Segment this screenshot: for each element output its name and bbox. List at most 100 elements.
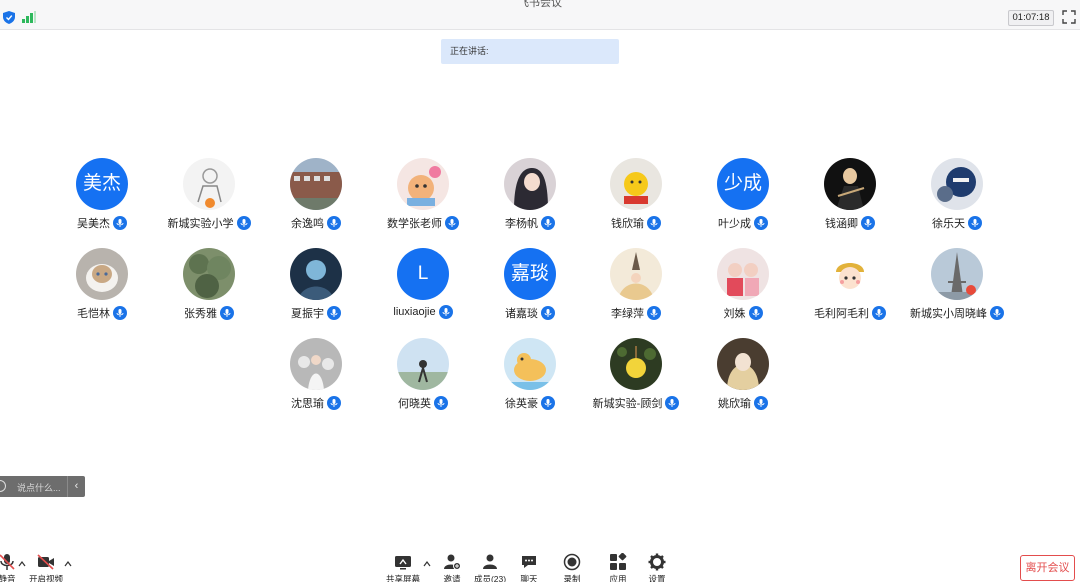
microphone-off-icon xyxy=(0,554,15,570)
microphone-icon xyxy=(541,216,555,230)
apps-label: 应用 xyxy=(609,574,627,582)
collapse-chat-button[interactable]: ‹ xyxy=(67,476,85,497)
avatar: L xyxy=(397,248,449,300)
chat-label: 聊天 xyxy=(520,574,538,582)
meeting-timer: 01:07:18 xyxy=(1008,10,1054,26)
avatar xyxy=(931,158,983,210)
participant-name: 刘姝 xyxy=(723,308,746,320)
microphone-icon xyxy=(748,306,763,320)
microphone-icon xyxy=(434,396,448,410)
avatar: 嘉琰 xyxy=(504,248,556,300)
avatar xyxy=(610,338,662,390)
participant-name: 钱涵卿 xyxy=(825,218,858,230)
microphone-icon xyxy=(647,216,661,230)
avatar: 少成 xyxy=(717,158,769,210)
microphone-icon xyxy=(754,216,768,230)
avatar xyxy=(717,338,769,390)
chat-quick-input[interactable]: 说点什么... ‹ xyxy=(0,476,85,497)
avatar xyxy=(504,158,556,210)
microphone-icon xyxy=(861,216,875,230)
participant-name: 新城实验小学 xyxy=(167,218,234,230)
microphone-icon xyxy=(754,396,768,410)
chevron-up-icon[interactable] xyxy=(64,560,72,568)
share-screen-button[interactable]: 共享屏幕 xyxy=(383,553,423,582)
members-icon xyxy=(483,554,497,569)
microphone-icon xyxy=(445,216,459,230)
participant-name: 钱欣瑜 xyxy=(611,218,644,230)
participant-name: 诸嘉琰 xyxy=(505,308,538,320)
participant-tile[interactable]: 新城实小周晓峰 xyxy=(892,248,1022,328)
participant-name: 夏振宇 xyxy=(291,308,324,320)
apps-grid-icon xyxy=(610,553,627,570)
participant-name: 毛利阿毛利 xyxy=(814,308,869,320)
avatar xyxy=(397,338,449,390)
chat-placeholder: 说点什么... xyxy=(17,483,61,493)
leave-meeting-button[interactable]: 离开会议 xyxy=(1020,555,1075,581)
shield-icon[interactable] xyxy=(3,11,15,24)
microphone-icon xyxy=(220,306,234,320)
avatar xyxy=(824,158,876,210)
microphone-icon xyxy=(236,216,251,230)
speaking-indicator: 正在讲话: xyxy=(441,39,619,64)
chat-icon xyxy=(522,556,536,568)
participant-name: 李杨帆 xyxy=(505,218,538,230)
microphone-icon xyxy=(541,306,555,320)
participant-name: 余逸鸣 xyxy=(291,218,324,230)
participant-tile[interactable]: 徐乐天 xyxy=(892,158,1022,238)
share-screen-icon xyxy=(395,556,411,570)
avatar xyxy=(824,248,876,300)
avatar xyxy=(76,248,128,300)
participant-name: liuxiaojie xyxy=(393,306,436,318)
emoji-icon[interactable] xyxy=(0,480,6,492)
microphone-icon xyxy=(113,216,127,230)
gear-icon xyxy=(648,553,666,571)
network-signal-icon[interactable] xyxy=(22,11,36,23)
avatar xyxy=(717,248,769,300)
window-title: 飞书会议 xyxy=(518,0,562,9)
participant-name: 姚欣瑜 xyxy=(718,398,751,410)
members-button[interactable]: 成员(23) xyxy=(470,553,510,582)
microphone-icon xyxy=(113,306,127,320)
microphone-icon xyxy=(872,306,886,320)
participant-name: 叶少成 xyxy=(718,218,751,230)
participant-name: 新城实小周晓峰 xyxy=(910,308,987,320)
microphone-icon xyxy=(327,306,341,320)
participant-name: 吴美杰 xyxy=(77,218,110,230)
chevron-up-icon[interactable] xyxy=(423,560,431,568)
apps-button[interactable]: 应用 xyxy=(598,553,638,582)
record-button[interactable]: 录制 xyxy=(552,553,592,582)
avatar xyxy=(610,158,662,210)
participant-name: 张秀雅 xyxy=(184,308,217,320)
invite-label: 邀请 xyxy=(443,574,461,582)
invite-button[interactable]: 邀请 xyxy=(432,553,472,582)
participant-name: 徐英豪 xyxy=(505,398,538,410)
avatar xyxy=(290,158,342,210)
microphone-icon xyxy=(990,306,1004,320)
participant-name: 徐乐天 xyxy=(932,218,965,230)
video-off-icon xyxy=(37,554,54,570)
avatar xyxy=(610,248,662,300)
avatar xyxy=(290,338,342,390)
microphone-icon xyxy=(968,216,982,230)
participant-name: 何晓英 xyxy=(398,398,431,410)
share-label: 共享屏幕 xyxy=(385,574,420,582)
members-label: 成员(23) xyxy=(473,574,507,582)
add-user-icon xyxy=(444,554,461,570)
video-label: 开启视频 xyxy=(28,574,63,582)
start-video-button[interactable]: 开启视频 xyxy=(24,553,68,582)
record-label: 录制 xyxy=(563,574,581,582)
microphone-icon xyxy=(327,396,341,410)
top-bar: 飞书会议 01:07:18 xyxy=(0,0,1080,30)
participant-name: 数学张老师 xyxy=(387,218,442,230)
chat-button[interactable]: 聊天 xyxy=(509,553,549,582)
settings-label: 设置 xyxy=(648,574,666,582)
fullscreen-icon[interactable] xyxy=(1062,10,1076,24)
settings-button[interactable]: 设置 xyxy=(637,553,677,582)
participant-name: 新城实验-顾剑 xyxy=(592,398,663,410)
participant-tile[interactable]: 姚欣瑜 xyxy=(678,338,808,418)
avatar xyxy=(183,158,235,210)
avatar xyxy=(504,338,556,390)
avatar xyxy=(397,158,449,210)
microphone-icon xyxy=(438,305,453,319)
participant-name: 毛恺林 xyxy=(77,308,110,320)
